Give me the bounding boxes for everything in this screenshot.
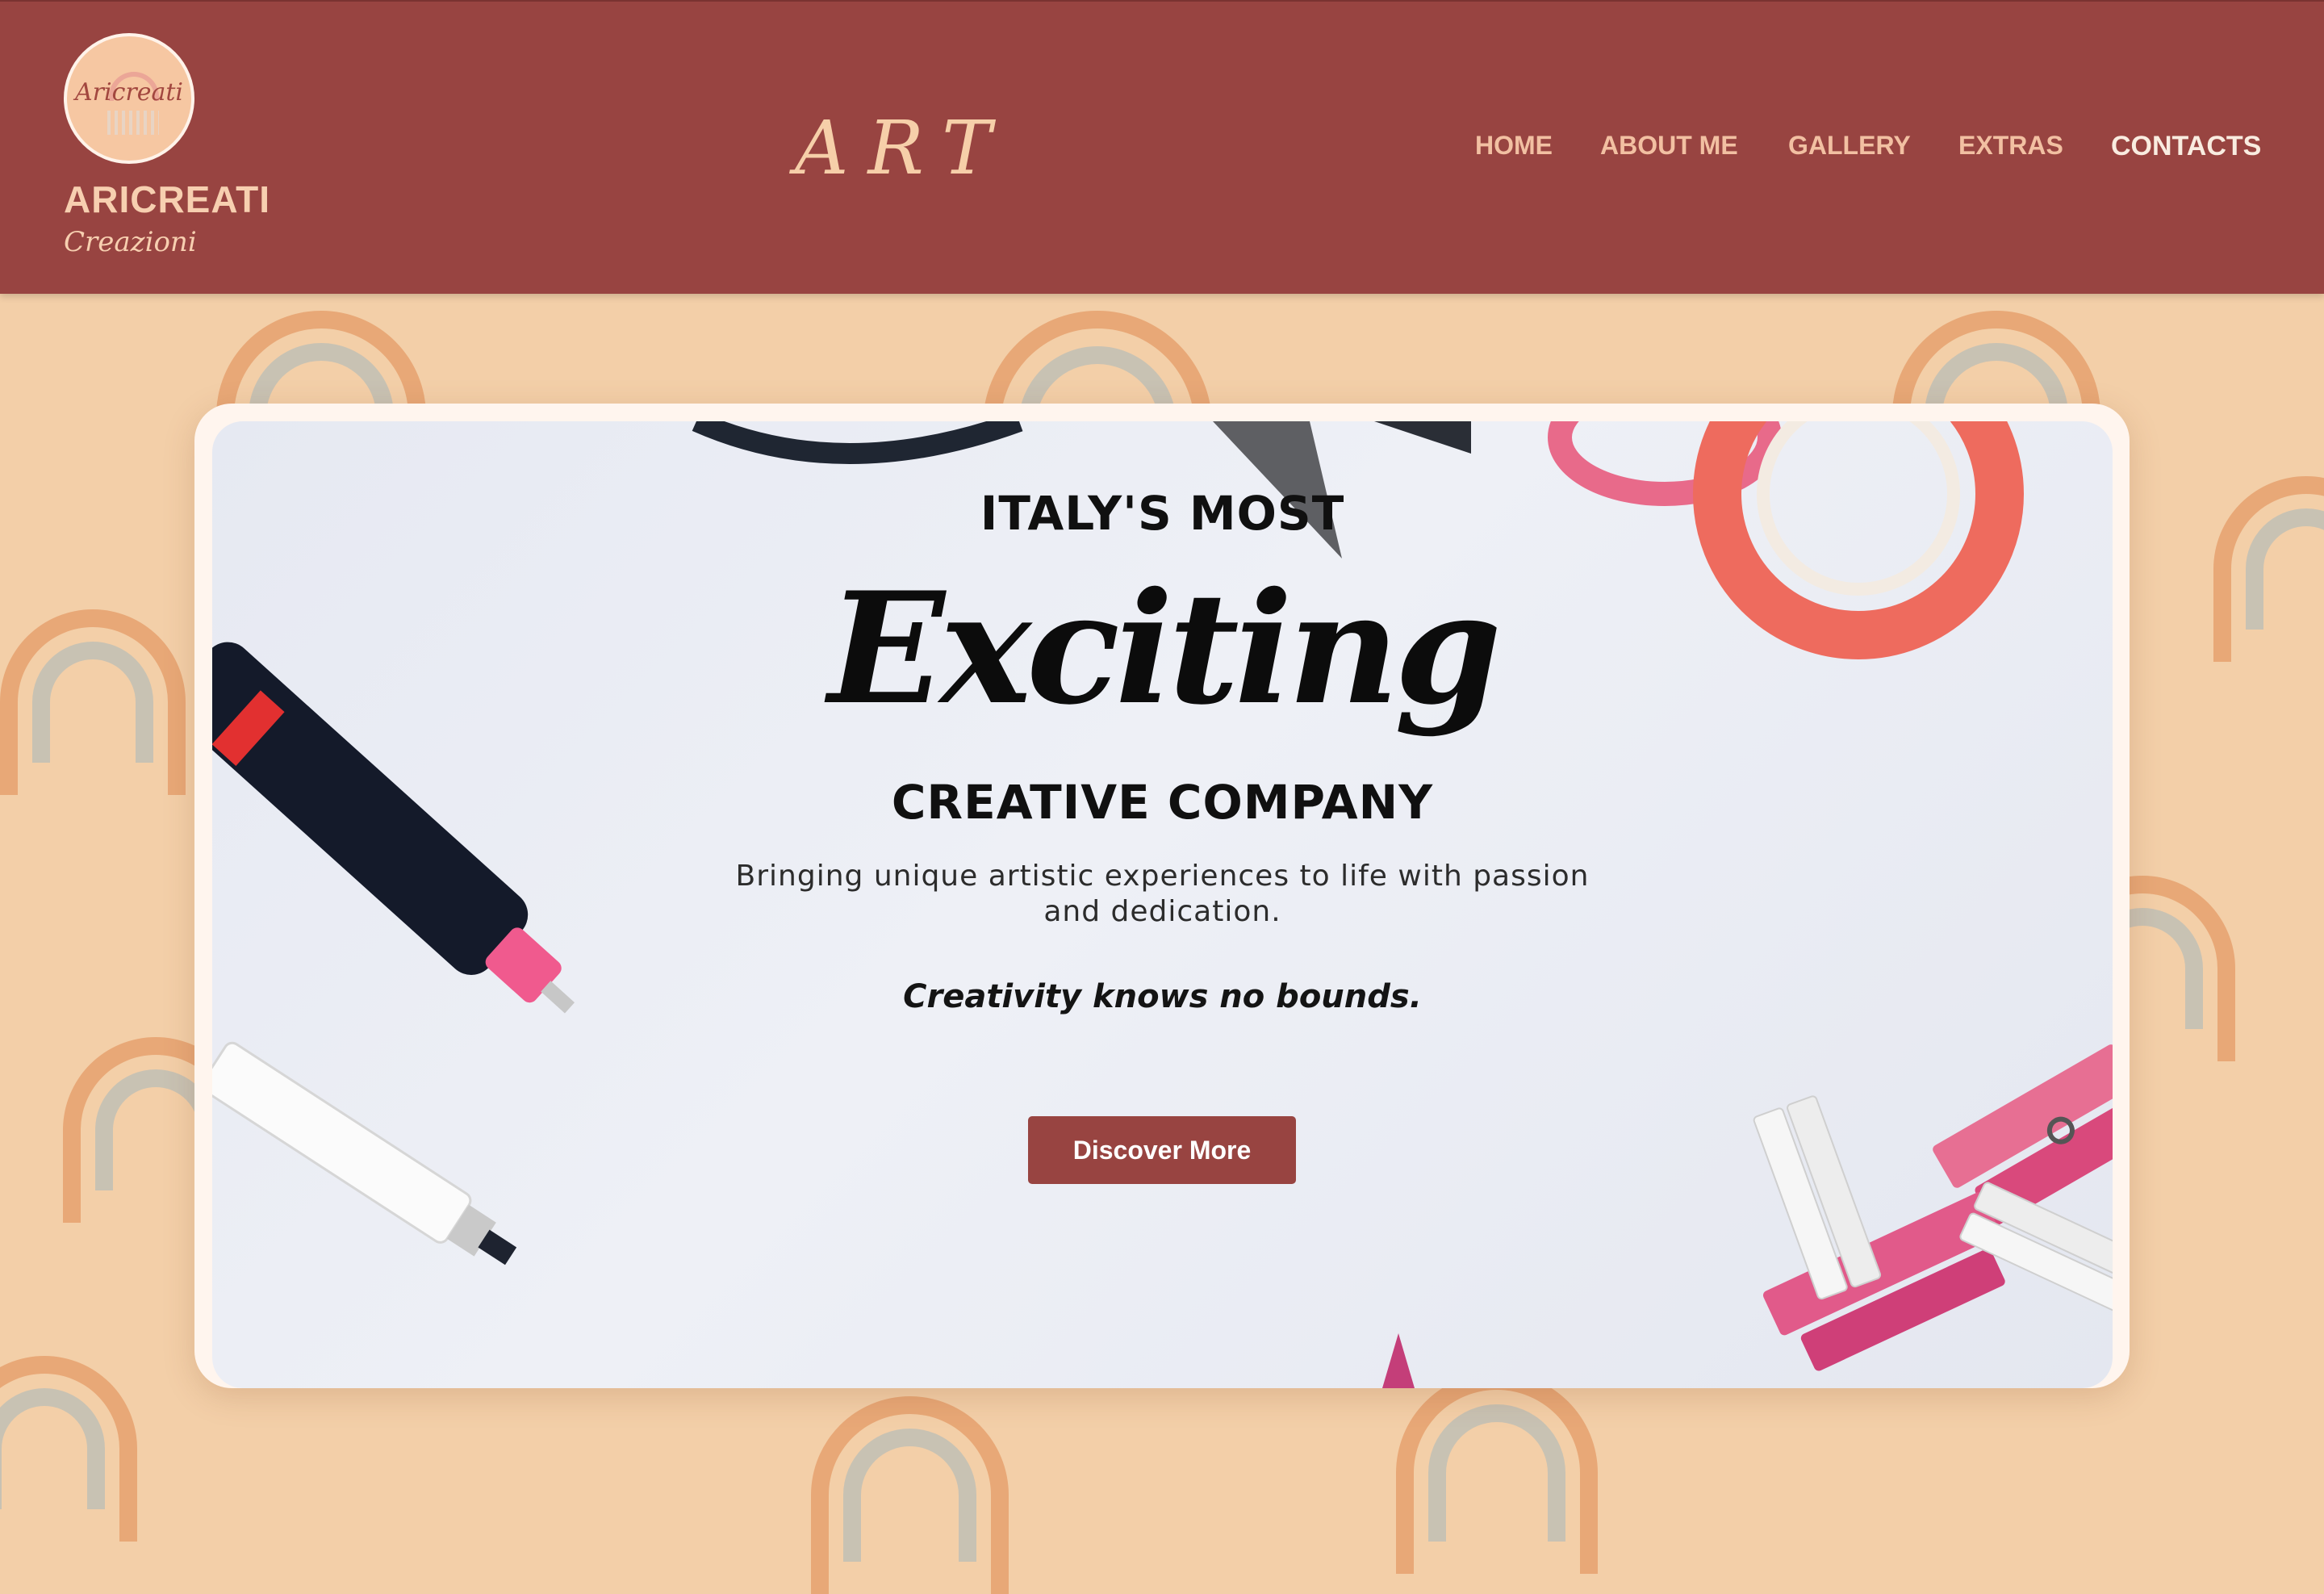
rainbow-icon [811, 1396, 1009, 1594]
discover-more-button[interactable]: Discover More [1028, 1116, 1296, 1184]
rainbow-icon [983, 311, 1212, 540]
rainbow-icon [2213, 476, 2324, 662]
fineliner-pen-icon [212, 1041, 517, 1266]
rainbow-icon [1892, 311, 2100, 519]
scissors-icon [692, 421, 1023, 464]
nav-gallery[interactable]: GALLERY [1788, 131, 1911, 161]
hero-description: Bringing unique artistic experiences to … [735, 860, 1590, 928]
rainbow-icon [2050, 876, 2235, 1061]
hero-card: ITALY'S MOST Exciting CREATIVE COMPANY B… [212, 421, 2113, 1388]
logo-badge-text: Aricreati [74, 78, 184, 107]
hero-heading-bottom: CREATIVE COMPANY [891, 775, 1434, 830]
site-header: Aricreati ARICREATI Creazioni ART HOME A… [0, 0, 2324, 294]
nav-home[interactable]: HOME [1475, 131, 1553, 161]
hero-heading-top: ITALY'S MOST [980, 486, 1345, 541]
rainbow-icon [0, 609, 186, 795]
hero-heading-script: Exciting [828, 559, 1502, 738]
nav-extras[interactable]: EXTRAS [1958, 131, 2063, 161]
clothespin-white-icon [1753, 1095, 1882, 1300]
brand-name: ARICREATI [64, 178, 271, 220]
logo-fringe [107, 111, 159, 135]
nav-about-me[interactable]: ABOUT ME [1600, 131, 1738, 161]
nav-contacts[interactable]: CONTACTS [2111, 131, 2261, 162]
rainbow-icon [0, 1356, 137, 1542]
brand-subtitle: Creazioni [64, 226, 197, 258]
pencil-tip-icon [1382, 1333, 1415, 1388]
hero-tagline: Creativity knows no bounds. [903, 978, 1422, 1015]
header-title: ART [795, 105, 1011, 191]
rainbow-icon [216, 311, 426, 521]
logo-icon[interactable]: Aricreati [64, 33, 194, 164]
